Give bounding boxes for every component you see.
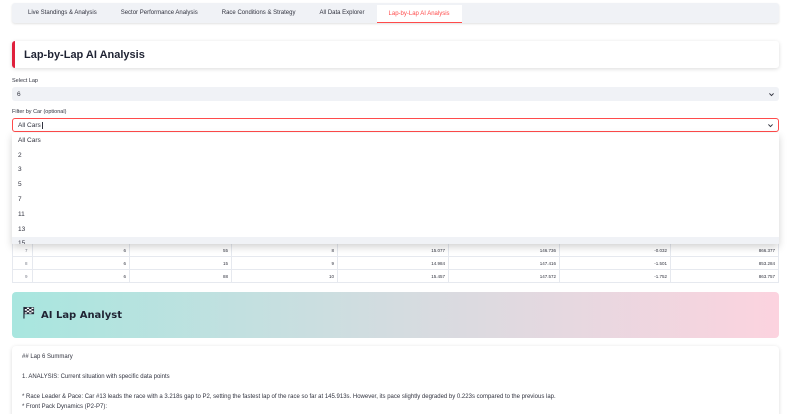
table-cell: 6 bbox=[33, 257, 130, 270]
table-cell: 88 bbox=[130, 270, 232, 283]
table-cell: 863.757 bbox=[758, 274, 775, 279]
table-cell: 146.736 bbox=[449, 244, 560, 257]
table-row: 8 6 15 9 14.984 147.416 -1.501 853.284 bbox=[13, 257, 778, 270]
option-car-11[interactable]: 11 bbox=[12, 207, 779, 222]
option-car-7[interactable]: 7 bbox=[12, 192, 779, 207]
table-cell: 147.572 bbox=[449, 270, 560, 283]
table-cell: -0.032 bbox=[560, 244, 671, 257]
table-cell: 15.457 bbox=[338, 270, 449, 283]
table-cell: 8 bbox=[232, 244, 338, 257]
lap-summary-card: ## Lap 6 Summary 1. ANALYSIS: Current si… bbox=[12, 346, 779, 414]
option-car-13[interactable]: 13 bbox=[12, 222, 779, 237]
ai-lap-analyst-title: AI Lap Analyst bbox=[41, 309, 122, 321]
summary-leader-line: * Race Leader & Pace: Car #13 leads the … bbox=[22, 394, 556, 400]
table-cell: 6 bbox=[33, 270, 130, 283]
table-cell: 8 bbox=[13, 257, 33, 270]
filter-car-value: All Cars bbox=[18, 121, 41, 129]
table-cell: 6 bbox=[33, 244, 130, 257]
tab-all-data-explorer[interactable]: All Data Explorer bbox=[307, 3, 376, 23]
ai-lap-analyst-banner: AI Lap Analyst bbox=[12, 292, 779, 338]
table-cell: 853.284 bbox=[758, 261, 775, 266]
table-cell: 15 bbox=[130, 257, 232, 270]
table-cell: 55 bbox=[130, 244, 232, 257]
option-car-3[interactable]: 3 bbox=[12, 163, 779, 178]
select-lap-dropdown[interactable]: 6 bbox=[12, 87, 779, 101]
table-cell: 9 bbox=[232, 257, 338, 270]
car-filter-options: All Cars 2 3 5 7 11 13 15 bbox=[12, 133, 779, 244]
table-row: 9 6 88 10 15.457 147.572 -1.752 863.757 bbox=[13, 270, 778, 283]
checkered-flag-icon bbox=[22, 306, 35, 324]
page-header: Lap-by-Lap AI Analysis bbox=[12, 41, 779, 68]
page-title: Lap-by-Lap AI Analysis bbox=[24, 48, 145, 61]
filter-car-label: Filter by Car (optional) bbox=[12, 109, 67, 115]
tab-bar: Live Standings & Analysis Sector Perform… bbox=[12, 3, 779, 23]
option-car-5[interactable]: 5 bbox=[12, 177, 779, 192]
tab-lap-by-lap-ai[interactable]: Lap-by-Lap AI Analysis bbox=[376, 5, 462, 23]
table-cell: 10 bbox=[232, 270, 338, 283]
text-cursor bbox=[41, 121, 43, 129]
option-car-2[interactable]: 2 bbox=[12, 148, 779, 163]
table-cell: 147.416 bbox=[449, 257, 560, 270]
table-cell: -1.752 bbox=[560, 270, 671, 283]
chevron-down-icon bbox=[768, 87, 775, 101]
select-lap-value: 6 bbox=[17, 90, 21, 98]
table-cell: 15.077 bbox=[338, 244, 449, 257]
summary-front-pack-line: * Front Pack Dynamics (P2-P7): bbox=[22, 404, 108, 410]
lap-data-table: 7 6 55 8 15.077 146.736 -0.032 866.377 8… bbox=[12, 244, 779, 283]
summary-analysis-line: 1. ANALYSIS: Current situation with spec… bbox=[22, 374, 170, 380]
table-cell: 866.377 bbox=[758, 248, 775, 253]
tab-live-standings[interactable]: Live Standings & Analysis bbox=[16, 3, 109, 23]
table-row: 7 6 55 8 15.077 146.736 -0.032 866.377 bbox=[13, 244, 778, 257]
option-all-cars[interactable]: All Cars bbox=[12, 133, 779, 148]
summary-heading: ## Lap 6 Summary bbox=[22, 354, 73, 360]
table-cell: 14.984 bbox=[338, 257, 449, 270]
table-cell: -1.501 bbox=[560, 257, 671, 270]
tab-sector-performance[interactable]: Sector Performance Analysis bbox=[109, 3, 210, 23]
tab-race-conditions[interactable]: Race Conditions & Strategy bbox=[210, 3, 308, 23]
chevron-down-icon bbox=[767, 119, 774, 131]
filter-car-dropdown[interactable]: All Cars bbox=[12, 118, 779, 132]
table-cell: 7 bbox=[13, 244, 33, 257]
option-car-15[interactable]: 15 bbox=[12, 236, 779, 244]
select-lap-label: Select Lap bbox=[12, 78, 38, 84]
table-cell: 9 bbox=[13, 270, 33, 283]
